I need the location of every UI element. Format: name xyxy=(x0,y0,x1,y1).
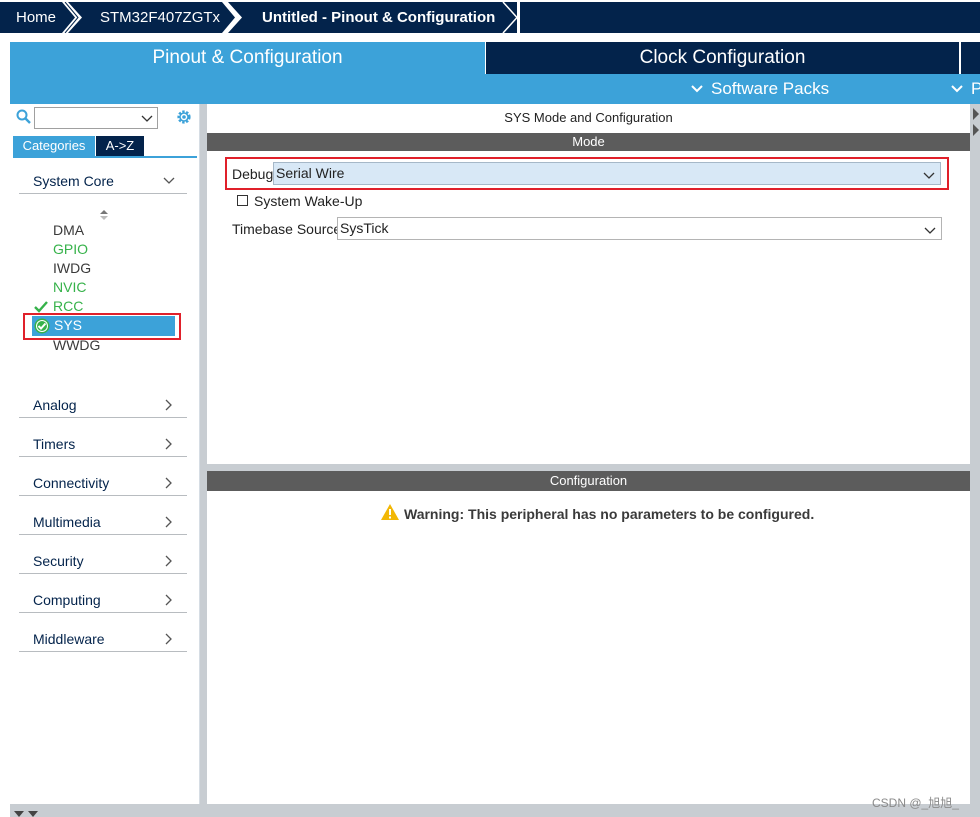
tab-categories[interactable]: Categories xyxy=(13,136,95,156)
chevron-down-icon xyxy=(163,174,175,192)
highlight-box xyxy=(23,313,181,340)
sys-config-panel: SYS Mode and Configuration Mode Debug Se… xyxy=(207,104,970,804)
gear-icon[interactable] xyxy=(175,108,193,131)
peripheral-nvic[interactable]: NVIC xyxy=(53,279,86,295)
system-wakeup-checkbox[interactable] xyxy=(237,195,248,206)
warning-message: Warning: This peripheral has no paramete… xyxy=(404,506,815,522)
right-splitter[interactable] xyxy=(970,104,980,804)
chevron-down-icon[interactable] xyxy=(141,112,153,130)
timebase-source-label: Timebase Source xyxy=(232,221,342,237)
chevron-down-icon xyxy=(690,82,704,101)
category-security[interactable]: Security xyxy=(19,550,187,574)
peripheral-iwdg[interactable]: IWDG xyxy=(53,260,91,276)
sort-icon[interactable] xyxy=(100,207,108,225)
pinout-menu-truncated[interactable]: P xyxy=(971,74,980,104)
category-label: Security xyxy=(33,553,84,569)
app-window: Home STM32F407ZGTx Untitled - Pinout & C… xyxy=(0,0,980,817)
tab-a-z[interactable]: A->Z xyxy=(96,136,144,156)
breadcrumb-separator-icon xyxy=(62,2,84,33)
chevron-right-icon xyxy=(163,476,175,494)
category-label: Connectivity xyxy=(33,475,110,491)
configuration-header: Configuration xyxy=(207,471,970,491)
tab-clock-configuration[interactable]: Clock Configuration xyxy=(486,42,959,74)
software-packs-menu[interactable]: Software Packs xyxy=(711,74,829,104)
collapse-arrows-icon[interactable] xyxy=(14,806,42,817)
main-tabs: Pinout & Configuration Clock Configurati… xyxy=(10,42,980,74)
watermark: CSDN @_旭旭_ xyxy=(872,796,959,810)
chevron-right-icon xyxy=(163,515,175,533)
chevron-right-icon xyxy=(163,437,175,455)
chevron-down-icon xyxy=(924,224,936,242)
category-label: Timers xyxy=(33,436,76,452)
chevron-right-icon xyxy=(163,593,175,611)
warning-icon xyxy=(381,504,399,525)
category-label: Multimedia xyxy=(33,514,101,530)
system-wakeup-label: System Wake-Up xyxy=(254,193,363,209)
breadcrumb-mcu[interactable]: STM32F407ZGTx xyxy=(70,2,230,33)
category-middleware[interactable]: Middleware xyxy=(19,628,187,652)
peripheral-wwdg[interactable]: WWDG xyxy=(53,337,100,353)
search-input[interactable] xyxy=(34,107,158,129)
category-analog[interactable]: Analog xyxy=(19,394,187,418)
category-connectivity[interactable]: Connectivity xyxy=(19,472,187,496)
peripheral-dma[interactable]: DMA xyxy=(53,222,84,238)
peripheral-gpio[interactable]: GPIO xyxy=(53,241,88,257)
highlight-box xyxy=(225,157,949,190)
peripheral-rcc[interactable]: RCC xyxy=(53,298,83,314)
category-label: System Core xyxy=(33,173,114,189)
breadcrumb-fill xyxy=(520,2,980,33)
section-splitter[interactable] xyxy=(207,464,970,471)
category-panel: Categories A->Z System Core DMA GPIO IWD… xyxy=(10,104,200,804)
bottom-splitter[interactable] xyxy=(10,804,980,817)
mode-header: Mode xyxy=(207,133,970,151)
category-label: Middleware xyxy=(33,631,105,647)
chevron-down-icon xyxy=(950,82,964,101)
chevron-right-icon xyxy=(163,398,175,416)
category-label: Analog xyxy=(33,397,77,413)
panel-title: SYS Mode and Configuration xyxy=(504,110,673,125)
timebase-source-select[interactable]: SysTick xyxy=(337,217,942,240)
category-system-core[interactable]: System Core xyxy=(19,170,187,194)
sub-toolbar: Software Packs P xyxy=(10,74,980,104)
chevron-right-icon xyxy=(163,632,175,650)
tab-overflow[interactable] xyxy=(961,42,980,74)
category-timers[interactable]: Timers xyxy=(19,433,187,457)
category-computing[interactable]: Computing xyxy=(19,589,187,613)
panel-splitter[interactable] xyxy=(200,104,207,804)
search-icon xyxy=(16,109,32,130)
tab-pinout-configuration[interactable]: Pinout & Configuration xyxy=(10,42,485,74)
category-multimedia[interactable]: Multimedia xyxy=(19,511,187,535)
breadcrumb: Home STM32F407ZGTx Untitled - Pinout & C… xyxy=(0,0,980,34)
breadcrumb-separator-icon xyxy=(222,2,244,33)
category-label: Computing xyxy=(33,592,101,608)
tab-underline xyxy=(13,156,197,158)
breadcrumb-home[interactable]: Home xyxy=(0,2,70,33)
timebase-source-value: SysTick xyxy=(340,220,389,236)
chevron-right-icon xyxy=(163,554,175,572)
